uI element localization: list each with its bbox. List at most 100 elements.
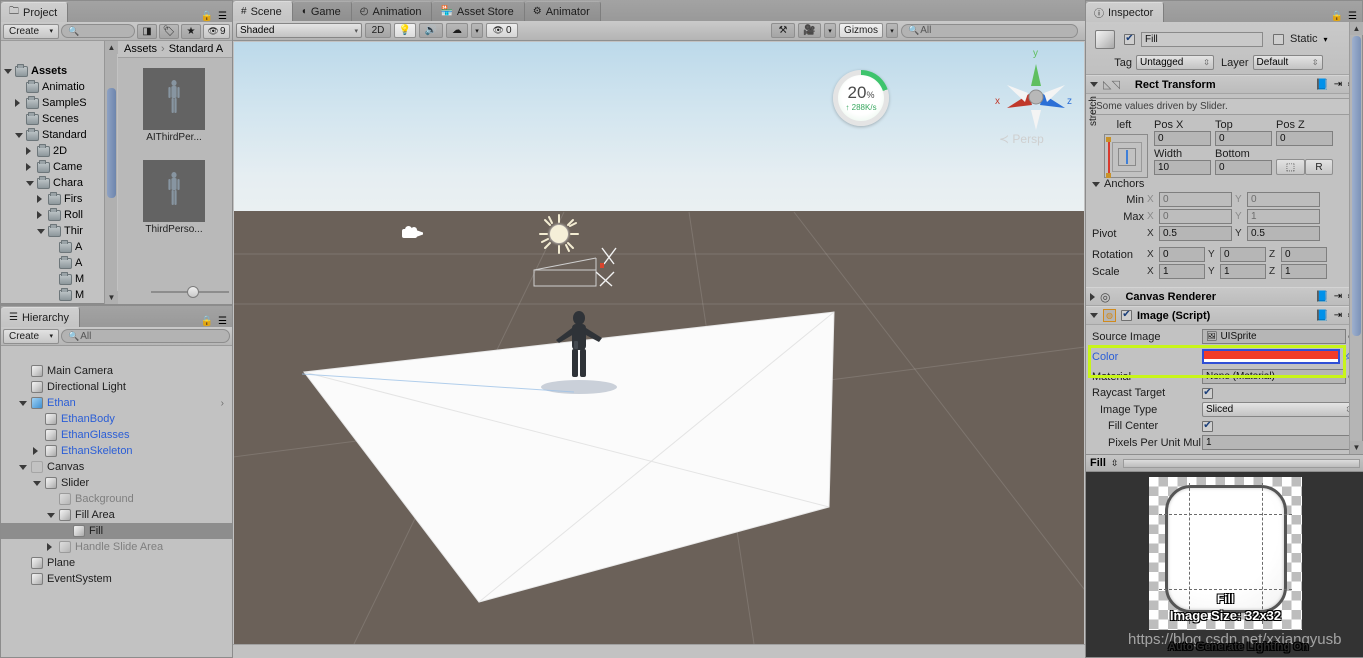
scene-viewport[interactable]: 20% ↑ 288K/s y x z ≺ Persp <box>234 42 1084 644</box>
project-tree-item[interactable]: Animatio <box>1 79 104 95</box>
project-tree-item[interactable]: P <box>1 303 104 304</box>
project-folder-tree[interactable]: Assets Animatio SampleS Scenes Standard 2D Cam… <box>1 63 104 304</box>
scene-tools-button[interactable]: ⚒ <box>771 23 795 38</box>
foldout-closed-icon[interactable] <box>33 447 41 455</box>
image-component-header[interactable]: ◍ Image (Script) 📘 ⇥ ⚙ <box>1086 306 1362 325</box>
tab-animation[interactable]: ◴ Animation <box>351 1 433 21</box>
breadcrumb-standard-assets[interactable]: Standard A <box>169 43 223 55</box>
tag-dropdown[interactable]: Untagged ⇳ <box>1136 55 1214 70</box>
bottom-input[interactable]: 0 <box>1215 160 1272 175</box>
tab-game[interactable]: ◖ Game <box>292 1 352 21</box>
pos-z-input[interactable]: 0 <box>1276 131 1333 146</box>
asset-item[interactable]: AIThirdPer... <box>143 68 205 143</box>
scale-x-input[interactable]: 1 <box>1159 264 1205 279</box>
foldout-open-icon[interactable] <box>33 480 41 486</box>
material-object-field[interactable]: None (Material) <box>1202 369 1347 384</box>
hierarchy-item[interactable]: Canvas <box>1 459 232 475</box>
hierarchy-item[interactable]: Handle Slide Area <box>1 539 232 555</box>
hierarchy-tree[interactable]: Main Camera Directional Light Ethan › EthanB… <box>1 363 232 657</box>
hierarchy-item[interactable]: EthanSkeleton <box>1 443 232 459</box>
anchor-min-x-input[interactable]: 0 <box>1159 192 1232 207</box>
rect-transform-header[interactable]: ◺◹ Rect Transform 📘 ⇥ ⚙ <box>1086 75 1362 94</box>
project-tree-item[interactable]: A <box>1 239 104 255</box>
slider-handle[interactable] <box>187 286 199 298</box>
project-tree-item[interactable]: Thir <box>1 223 104 239</box>
scene-camera-button[interactable]: 🎥 <box>798 23 821 38</box>
object-enabled-checkbox[interactable] <box>1124 33 1135 45</box>
hidden-objects-toggle[interactable]: 👁 0 <box>486 23 518 38</box>
hierarchy-item[interactable]: EthanGlasses <box>1 427 232 443</box>
project-tree-item[interactable]: Roll <box>1 207 104 223</box>
prefab-open-chevron-icon[interactable]: › <box>221 398 232 409</box>
foldout-closed-icon[interactable] <box>37 195 45 203</box>
hierarchy-item[interactable]: Background <box>1 491 232 507</box>
scene-fx-dropdown[interactable]: ☁ <box>446 23 468 38</box>
breadcrumb-assets[interactable]: Assets <box>124 43 157 55</box>
rect-transform-foldout-icon[interactable] <box>1090 82 1098 87</box>
preset-icon[interactable]: ⇥ <box>1334 79 1342 90</box>
rotation-y-input[interactable]: 0 <box>1220 247 1266 262</box>
source-image-object-field[interactable]: 🖼 UISprite <box>1202 329 1347 344</box>
scene-lighting-toggle[interactable]: 💡 <box>394 23 416 38</box>
project-tree-item[interactable]: Firs <box>1 191 104 207</box>
pos-x-input[interactable]: 0 <box>1154 131 1211 146</box>
foldout-open-icon[interactable] <box>37 228 45 234</box>
scroll-thumb[interactable] <box>1352 36 1361 336</box>
canvas-renderer-foldout-icon[interactable] <box>1090 292 1095 301</box>
filter-by-label-button[interactable]: 🏷 <box>159 23 179 39</box>
raycast-target-checkbox[interactable] <box>1202 387 1213 399</box>
hierarchy-item[interactable]: Fill Area <box>1 507 232 523</box>
anchor-preset-widget[interactable]: left stretch <box>1088 96 1148 178</box>
preview-drag-handle[interactable] <box>1123 458 1360 468</box>
static-checkbox[interactable] <box>1273 33 1284 45</box>
width-input[interactable]: 10 <box>1154 160 1211 175</box>
object-name-input[interactable]: Fill <box>1141 31 1263 47</box>
preview-canvas[interactable]: Fill Image Size: 32x32 <box>1086 472 1363 657</box>
tab-scene[interactable]: # Scene <box>233 1 293 21</box>
foldout-open-icon[interactable] <box>15 132 23 138</box>
help-icon[interactable]: 📘 <box>1315 290 1329 303</box>
project-tree-item[interactable]: 2D <box>1 143 104 159</box>
raw-edit-mode-button[interactable]: R <box>1305 159 1333 175</box>
project-tree-item[interactable]: Chara <box>1 175 104 191</box>
scroll-down-icon[interactable]: ▼ <box>105 291 118 304</box>
pivot-y-input[interactable]: 0.5 <box>1247 226 1320 241</box>
rotation-z-input[interactable]: 0 <box>1281 247 1327 262</box>
fill-center-checkbox[interactable] <box>1202 420 1213 432</box>
preset-icon[interactable]: ⇥ <box>1334 291 1342 302</box>
asset-grid-zoom-slider[interactable] <box>151 286 229 298</box>
updown-arrows-icon[interactable]: ⇳ <box>1111 458 1119 469</box>
foldout-closed-icon[interactable] <box>37 211 45 219</box>
breadcrumb[interactable]: Assets › Standard A <box>118 41 232 58</box>
project-tree-item[interactable]: A <box>1 255 104 271</box>
hierarchy-item[interactable]: EventSystem <box>1 571 232 587</box>
scroll-thumb[interactable] <box>107 88 116 198</box>
gizmos-dropdown[interactable]: ▾ <box>886 23 898 38</box>
scene-fx-dropdown-arrow[interactable]: ▾ <box>471 23 483 38</box>
foldout-open-icon[interactable] <box>4 68 12 74</box>
static-dropdown-icon[interactable]: ▾ <box>1324 35 1328 44</box>
foldout-closed-icon[interactable] <box>26 147 34 155</box>
anchor-min-y-input[interactable]: 0 <box>1247 192 1320 207</box>
foldout-open-icon[interactable] <box>26 180 34 186</box>
project-tree-item[interactable]: M <box>1 271 104 287</box>
camera-projection-label[interactable]: ≺ Persp <box>999 132 1044 146</box>
image-enabled-checkbox[interactable] <box>1121 310 1132 321</box>
hierarchy-item[interactable]: EthanBody <box>1 411 232 427</box>
anchor-preset-box[interactable] <box>1104 134 1148 178</box>
lock-icon[interactable]: 🔒 <box>201 11 213 22</box>
gizmos-button[interactable]: Gizmos <box>839 23 883 38</box>
foldout-open-icon[interactable] <box>47 512 55 518</box>
anchor-max-y-input[interactable]: 1 <box>1247 209 1320 224</box>
anchor-max-x-input[interactable]: 0 <box>1159 209 1232 224</box>
draw-mode-dropdown[interactable]: Shaded ▾ <box>236 23 362 38</box>
project-tree-item[interactable]: M <box>1 287 104 303</box>
scale-z-input[interactable]: 1 <box>1281 264 1327 279</box>
scroll-down-icon[interactable]: ▼ <box>1350 441 1363 454</box>
ethan-character[interactable] <box>544 307 614 397</box>
favorites-button[interactable]: ★ <box>181 23 201 39</box>
project-tree-item[interactable]: Assets <box>1 63 104 79</box>
project-tree-item[interactable]: Scenes <box>1 111 104 127</box>
main-camera-gizmo[interactable] <box>402 226 424 240</box>
foldout-open-icon[interactable] <box>19 400 27 406</box>
